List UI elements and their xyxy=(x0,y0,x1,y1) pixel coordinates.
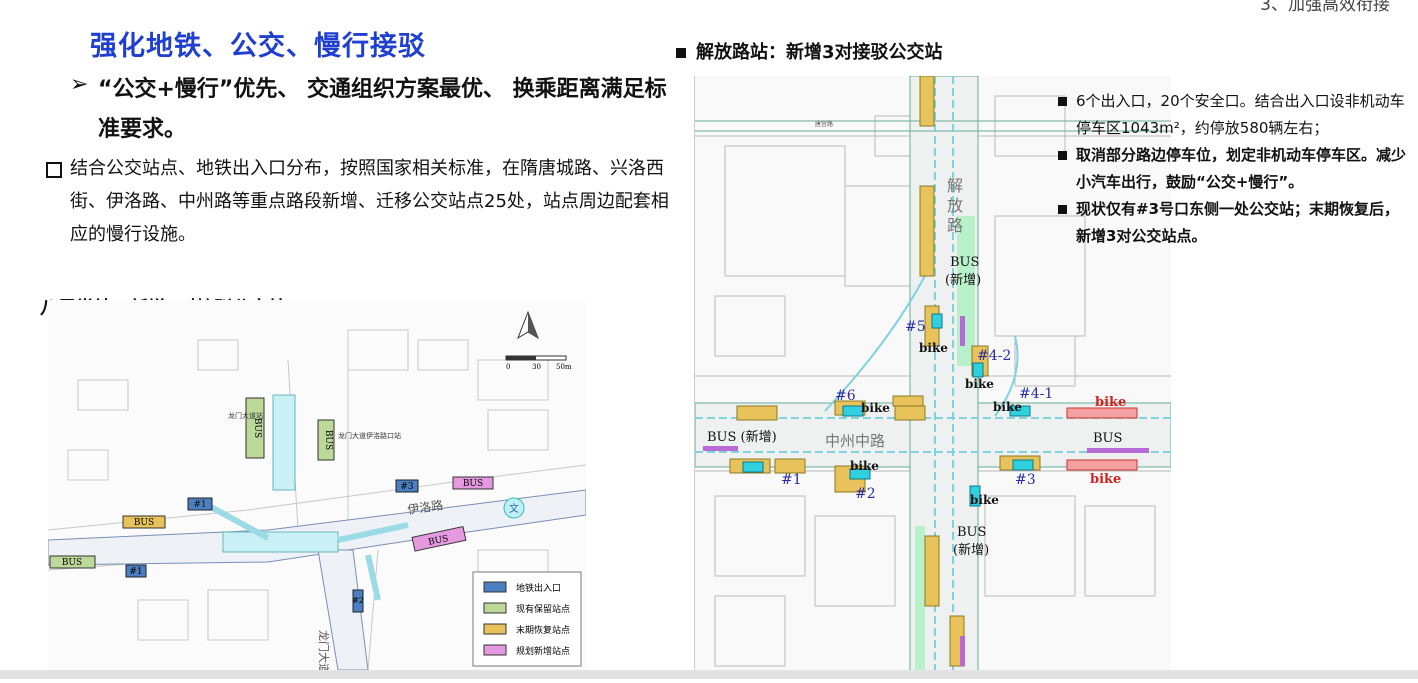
entrance-label: #6 xyxy=(835,388,856,404)
legend-label: 地铁出入口 xyxy=(516,582,561,594)
entrance-label: #1 xyxy=(781,472,802,488)
stop-name-label: 龙门大道站 xyxy=(228,411,263,420)
bike-label: bike xyxy=(919,341,948,355)
entrance-label: #1 xyxy=(193,500,206,510)
bike-label: bike xyxy=(861,401,890,415)
key-point: “公交+慢行”优先、 交通组织方案最优、 换乘距离满足标准要求。 xyxy=(98,77,667,142)
stop-name-label: 龙门大道伊洛路口站 xyxy=(338,431,401,440)
square-bullet-icon xyxy=(46,162,62,178)
road-label: 解放路 xyxy=(947,176,963,235)
entrance-label: #5 xyxy=(905,319,926,335)
square-bullet-icon xyxy=(1058,97,1067,106)
north-arrow-icon xyxy=(517,310,539,340)
square-bullet-icon xyxy=(1058,205,1067,214)
square-bullet-icon xyxy=(676,48,686,58)
bus-stop-label: BUS xyxy=(134,518,154,528)
notes-list: 6个出入口，20个安全口。结合出入口设非机动车停车区1043m²，约停放580辆… xyxy=(1058,88,1408,250)
description-paragraph: 结合公交站点、地铁出入口分布，按照国家相关标准，在隋唐城路、兴洛西街、伊洛路、中… xyxy=(70,158,669,245)
road-label: 唐宫路 xyxy=(815,120,833,128)
right-map-title: 解放路站：新增3对接驳公交站 xyxy=(676,38,943,64)
entrance-label: #2 xyxy=(352,596,364,605)
bike-label: bike xyxy=(1090,472,1121,487)
map-legend: 地铁出入口 现有保留站点 末期恢复站点 规划新增站点 xyxy=(472,571,582,667)
bus-label: BUS (新增) xyxy=(707,429,777,445)
page-title: 强化地铁、公交、慢行接驳 xyxy=(90,31,426,62)
note-item: 现状仅有#3号口东侧一处公交站；末期恢复后，新增3对公交站点。 xyxy=(1058,196,1408,250)
baliatang-station-map: BUS BUS BUS BUS BUS BUS #1 #1 #3 #2 文 伊洛… xyxy=(47,300,587,674)
road-label: 龙门大道 xyxy=(317,630,331,670)
entrance-label: #4-1 xyxy=(1019,386,1053,402)
entrance-label: #3 xyxy=(400,482,414,492)
legend-label: 规划新增站点 xyxy=(516,645,570,657)
bus-label: BUS xyxy=(1093,431,1122,446)
bus-label: (新增) xyxy=(953,542,989,558)
arrow-bullet-icon: ➢ xyxy=(70,72,89,97)
entrance-label: #3 xyxy=(1015,472,1036,488)
entrance-label: #1 xyxy=(129,567,142,577)
bus-stop-label: BUS xyxy=(62,558,82,568)
bus-stop-label: BUS xyxy=(323,430,333,450)
bike-label: bike xyxy=(965,377,994,391)
bike-label: bike xyxy=(993,400,1022,414)
entrance-label: #2 xyxy=(855,486,876,502)
scale-bar: 0 30 50m xyxy=(505,355,572,371)
bottom-bar xyxy=(0,670,1418,679)
right-map-title-text: 解放路站：新增3对接驳公交站 xyxy=(696,42,943,63)
scale-label: 0 xyxy=(506,363,510,371)
bus-stop-label: BUS xyxy=(252,418,262,438)
section-label: 3、加强高效衔接 xyxy=(1260,0,1390,15)
entrance-label: #4-2 xyxy=(977,348,1011,364)
bike-label: bike xyxy=(850,459,879,473)
bike-label: bike xyxy=(970,493,999,507)
note-item: 6个出入口，20个安全口。结合出入口设非机动车停车区1043m²，约停放580辆… xyxy=(1058,88,1408,142)
bus-label: (新增) xyxy=(945,272,981,288)
bus-label: BUS xyxy=(950,255,979,270)
road-label: 中州中路 xyxy=(825,432,885,450)
scale-label: 30 xyxy=(532,363,541,371)
legend-label: 末期恢复站点 xyxy=(516,624,570,636)
bus-stop-label: BUS xyxy=(463,479,483,489)
bus-label: BUS xyxy=(957,525,986,540)
square-bullet-icon xyxy=(1058,151,1067,160)
svg-text:文: 文 xyxy=(509,502,519,515)
scale-label: 50m xyxy=(556,363,572,371)
bike-label: bike xyxy=(1095,395,1126,410)
note-item: 取消部分路边停车位，划定非机动车停车区。减少小汽车出行，鼓励“公交+慢行”。 xyxy=(1058,142,1408,196)
legend-label: 现有保留站点 xyxy=(516,603,570,615)
